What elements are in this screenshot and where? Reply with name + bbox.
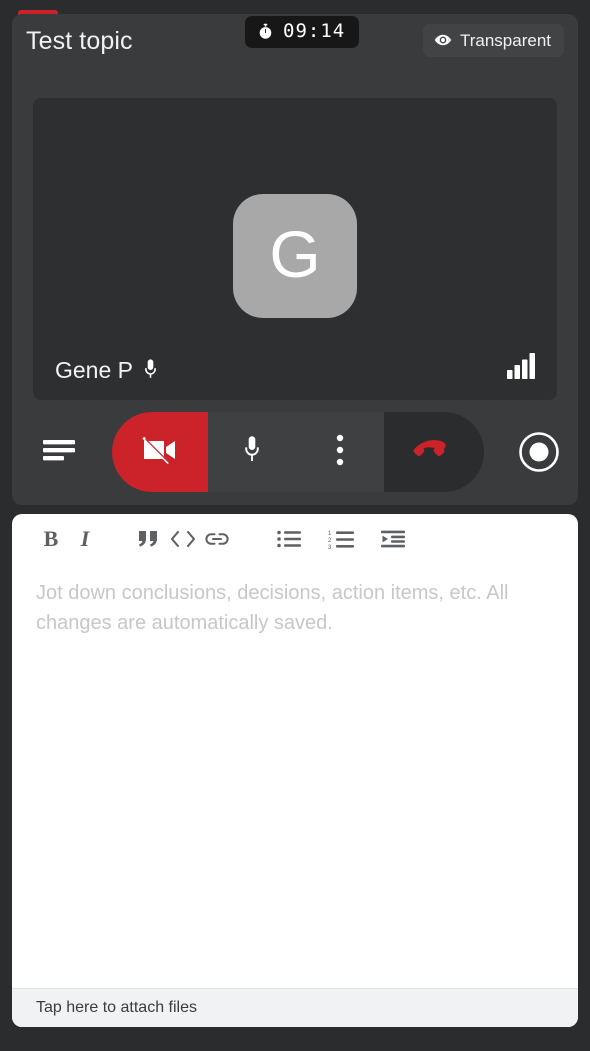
bold-button[interactable]: B xyxy=(34,522,68,556)
quote-icon xyxy=(138,529,160,549)
attach-files-bar[interactable]: Tap here to attach files xyxy=(12,988,578,1027)
camera-button[interactable] xyxy=(112,412,208,492)
app-window: Test topic 09:14 Transparent G Gene P B … xyxy=(0,0,590,1051)
call-controls xyxy=(12,412,578,492)
link-button[interactable] xyxy=(200,522,234,556)
signal-bars-icon xyxy=(506,352,538,380)
eye-icon xyxy=(434,31,452,49)
call-header: Test topic 09:14 Transparent xyxy=(12,14,578,84)
notes-lines-icon xyxy=(42,437,76,468)
link-icon xyxy=(204,531,230,547)
participant-name: Gene P xyxy=(55,356,133,383)
page-title: Test topic xyxy=(26,27,133,55)
code-brackets-icon xyxy=(170,529,196,549)
notes-placeholder: Jot down conclusions, decisions, action … xyxy=(36,582,509,634)
camera-off-icon xyxy=(140,433,180,472)
participant-name-row: Gene P xyxy=(55,358,159,382)
avatar-initial: G xyxy=(269,217,321,291)
record-circle-icon xyxy=(518,432,560,477)
outdent-button[interactable] xyxy=(376,522,410,556)
transparent-toggle[interactable]: Transparent xyxy=(422,24,564,57)
notes-panel: B I 1 2 3 Jot down conclusions, decision… xyxy=(12,514,578,1027)
end-call-button[interactable] xyxy=(384,412,484,492)
svg-text:3: 3 xyxy=(328,545,332,549)
italic-button[interactable]: I xyxy=(68,522,102,556)
hangup-phone-icon xyxy=(413,439,455,466)
bold-icon: B xyxy=(43,526,59,551)
numbered-list-button[interactable]: 1 2 3 xyxy=(324,522,358,556)
bullet-list-button[interactable] xyxy=(272,522,306,556)
microphone-icon xyxy=(241,433,263,472)
more-options-button[interactable] xyxy=(296,412,384,492)
timer-value: 09:14 xyxy=(283,20,346,42)
three-dots-vertical-icon xyxy=(336,434,344,471)
italic-icon: I xyxy=(80,526,90,551)
notes-editor[interactable]: Jot down conclusions, decisions, action … xyxy=(12,564,578,988)
microphone-button[interactable] xyxy=(208,412,296,492)
microphone-icon xyxy=(142,358,159,382)
record-button[interactable] xyxy=(518,431,560,473)
call-timer: 09:14 xyxy=(245,16,360,48)
code-button[interactable] xyxy=(166,522,200,556)
notes-button[interactable] xyxy=(32,426,86,478)
transparent-label: Transparent xyxy=(459,30,551,50)
attach-files-label: Tap here to attach files xyxy=(36,999,197,1016)
svg-text:1: 1 xyxy=(328,531,332,537)
outdent-icon xyxy=(381,530,405,548)
svg-text:2: 2 xyxy=(328,538,332,544)
control-pill xyxy=(112,412,484,492)
avatar: G xyxy=(233,194,357,318)
stopwatch-icon xyxy=(257,23,274,40)
video-tile[interactable]: G Gene P xyxy=(33,98,557,400)
call-card: Test topic 09:14 Transparent G Gene P xyxy=(12,14,578,505)
quote-button[interactable] xyxy=(132,522,166,556)
bullet-list-icon xyxy=(277,530,301,548)
editor-toolbar: B I 1 2 3 xyxy=(12,514,578,564)
numbered-list-icon: 1 2 3 xyxy=(328,530,354,549)
